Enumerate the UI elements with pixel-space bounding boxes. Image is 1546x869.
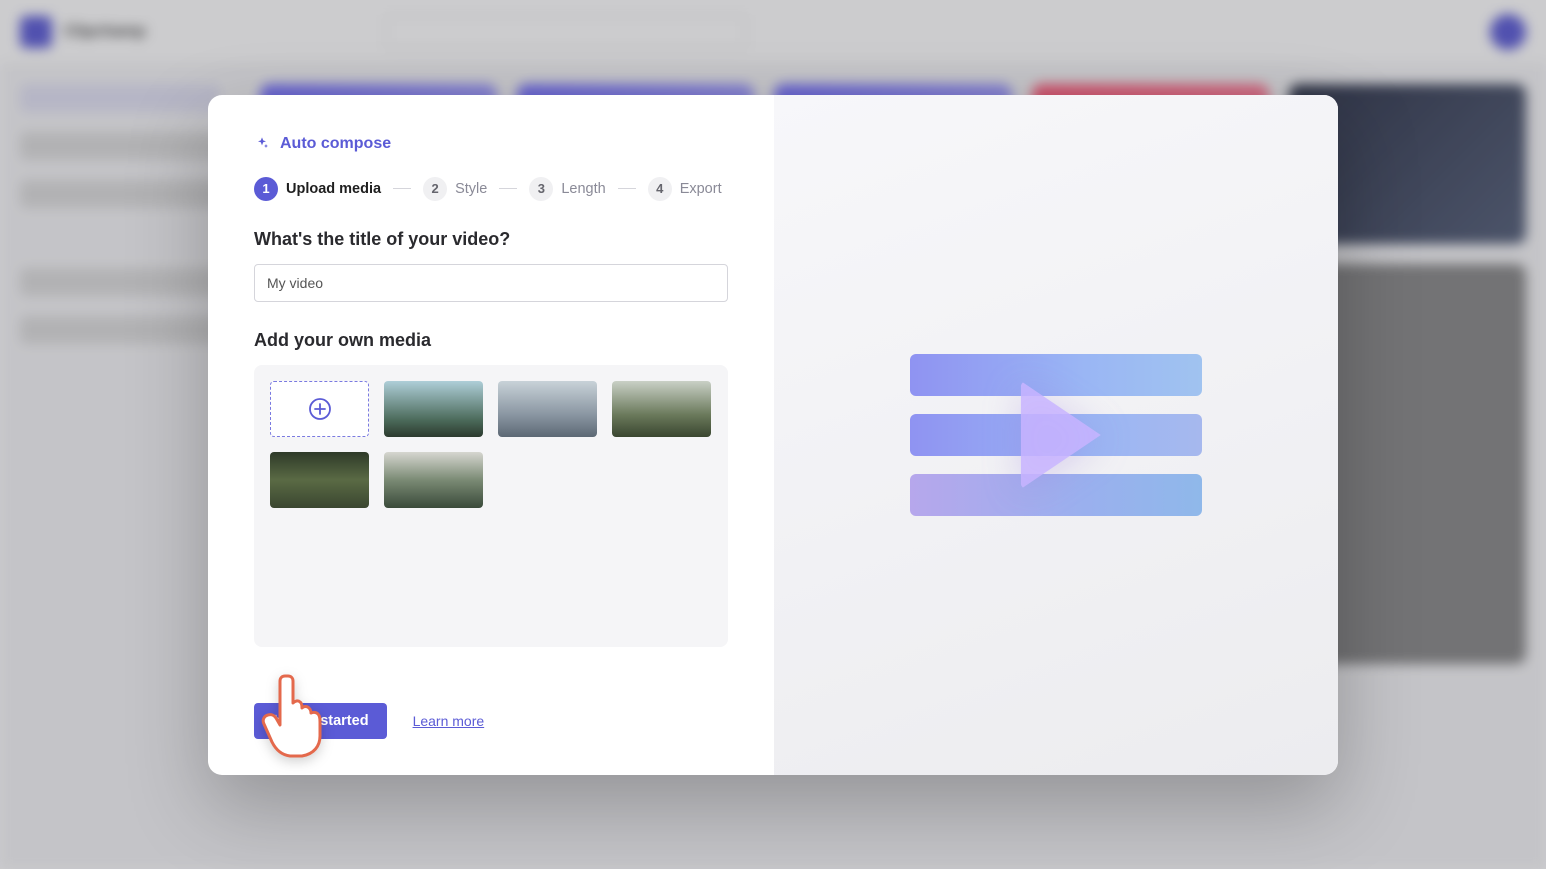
step-number: 4 bbox=[648, 177, 672, 201]
learn-more-link[interactable]: Learn more bbox=[413, 713, 485, 729]
media-drop-zone[interactable] bbox=[254, 365, 728, 647]
sparkle-icon bbox=[254, 136, 270, 152]
title-prompt: What's the title of your video? bbox=[254, 229, 728, 250]
step-number: 3 bbox=[529, 177, 553, 201]
video-title-input[interactable] bbox=[254, 264, 728, 302]
modal-overlay: Auto compose 1 Upload media 2 Style 3 Le… bbox=[0, 0, 1546, 869]
step-export[interactable]: 4 Export bbox=[648, 177, 722, 201]
media-thumbnail[interactable] bbox=[498, 381, 597, 437]
media-prompt: Add your own media bbox=[254, 330, 728, 351]
media-thumbnail[interactable] bbox=[384, 381, 483, 437]
play-icon bbox=[1021, 381, 1101, 489]
sparkle-icon bbox=[268, 713, 284, 729]
auto-compose-modal: Auto compose 1 Upload media 2 Style 3 Le… bbox=[208, 95, 1338, 775]
step-separator bbox=[618, 188, 636, 189]
media-thumbnail[interactable] bbox=[384, 452, 483, 508]
plus-circle-icon bbox=[308, 397, 332, 421]
media-thumbnail[interactable] bbox=[270, 452, 369, 508]
step-length[interactable]: 3 Length bbox=[529, 177, 605, 201]
step-label: Export bbox=[680, 181, 722, 197]
modal-footer: Get started Learn more bbox=[254, 703, 728, 739]
step-label: Style bbox=[455, 181, 487, 197]
auto-compose-label: Auto compose bbox=[280, 135, 391, 153]
step-upload-media[interactable]: 1 Upload media bbox=[254, 177, 381, 201]
get-started-label: Get started bbox=[292, 713, 369, 729]
step-number: 2 bbox=[423, 177, 447, 201]
add-media-tile[interactable] bbox=[270, 381, 369, 437]
step-label: Length bbox=[561, 181, 605, 197]
modal-preview-pane bbox=[774, 95, 1338, 775]
stepper: 1 Upload media 2 Style 3 Length 4 Export bbox=[254, 177, 728, 201]
step-separator bbox=[499, 188, 517, 189]
step-separator bbox=[393, 188, 411, 189]
step-label: Upload media bbox=[286, 181, 381, 197]
preview-graphic bbox=[910, 354, 1202, 516]
modal-left-pane: Auto compose 1 Upload media 2 Style 3 Le… bbox=[208, 95, 774, 775]
auto-compose-header: Auto compose bbox=[254, 135, 728, 153]
step-number: 1 bbox=[254, 177, 278, 201]
get-started-button[interactable]: Get started bbox=[254, 703, 387, 739]
step-style[interactable]: 2 Style bbox=[423, 177, 487, 201]
media-thumbnail[interactable] bbox=[612, 381, 711, 437]
